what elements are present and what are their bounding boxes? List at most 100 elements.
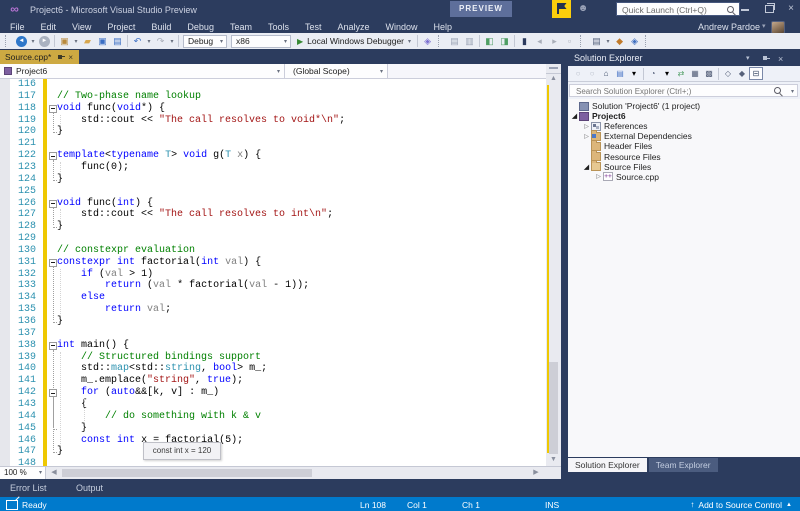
- tree-item-source-cpp[interactable]: ▷++Source.cpp: [568, 172, 800, 182]
- menu-window[interactable]: Window: [378, 22, 426, 32]
- menu-file[interactable]: File: [2, 22, 33, 32]
- toolbar-overflow-grip[interactable]: [580, 35, 586, 47]
- type-scope-dropdown[interactable]: (Global Scope) ▾: [285, 64, 388, 78]
- code-line-138[interactable]: 138int main() {: [0, 340, 546, 352]
- code-line-140[interactable]: 140 std::map<std::string, bool> m_;: [0, 363, 546, 375]
- build-icon[interactable]: ▤: [447, 34, 462, 48]
- code-line-128[interactable]: 128}: [0, 221, 546, 233]
- close-tab-icon[interactable]: ×: [68, 53, 73, 62]
- code-line-130[interactable]: 130// constexpr evaluation: [0, 245, 546, 257]
- code-line-117[interactable]: 117// Two-phase name lookup: [0, 91, 546, 103]
- expander-closed-icon[interactable]: ▷: [594, 173, 603, 180]
- save-all-icon[interactable]: ▤: [110, 34, 125, 48]
- scroll-left-icon[interactable]: ◀: [48, 467, 60, 479]
- menu-tools[interactable]: Tools: [260, 22, 297, 32]
- redo-icon[interactable]: ↷: [153, 34, 168, 48]
- expander-closed-icon[interactable]: ▷: [582, 133, 591, 140]
- docked-tab-output[interactable]: Output: [76, 483, 103, 493]
- collapse-region-icon[interactable]: [49, 342, 57, 350]
- toolbar-overflow-grip[interactable]: [645, 35, 651, 47]
- code-line-129[interactable]: 129: [0, 233, 546, 245]
- search-box[interactable]: ▾: [569, 84, 798, 97]
- se-home-icon[interactable]: ⌂: [599, 67, 613, 80]
- code-line-146[interactable]: 146 const int x = factorial(5);: [0, 435, 546, 447]
- solution-search-input[interactable]: [574, 85, 768, 98]
- new-project-icon[interactable]: ▣: [57, 34, 72, 48]
- close-button[interactable]: ×: [780, 0, 800, 17]
- pin-tab-icon[interactable]: [57, 53, 65, 62]
- menu-view[interactable]: View: [64, 22, 99, 32]
- code-line-121[interactable]: 121: [0, 138, 546, 150]
- code-line-132[interactable]: 132 if (val > 1): [0, 269, 546, 281]
- undo-dropdown[interactable]: ▾: [145, 34, 153, 48]
- window-position-dropdown-icon[interactable]: ▾: [746, 54, 750, 62]
- signed-in-user[interactable]: Andrew Pardoe: [698, 22, 760, 32]
- se-view-code-icon[interactable]: ◇: [721, 67, 735, 80]
- close-panel-icon[interactable]: ×: [778, 54, 783, 64]
- solution-explorer-header[interactable]: Solution Explorer ▾ ×: [568, 50, 800, 66]
- code-line-147[interactable]: 147}: [0, 446, 546, 458]
- add-to-source-control-button[interactable]: ↑ Add to Source Control ▲: [690, 500, 792, 510]
- se-switch-views-icon[interactable]: ▤: [613, 67, 627, 80]
- code-line-126[interactable]: 126void func(int) {: [0, 198, 546, 210]
- code-line-119[interactable]: 119 std::cout << "The call resolves to v…: [0, 115, 546, 127]
- status-line-number[interactable]: Ln 108: [360, 500, 386, 510]
- tree-item-header-files[interactable]: Header Files: [568, 141, 800, 151]
- code-line-120[interactable]: 120}: [0, 126, 546, 138]
- panel-tab-solution-explorer[interactable]: Solution Explorer: [568, 458, 647, 472]
- code-line-133[interactable]: 133 return (val * factorial(val - 1));: [0, 280, 546, 292]
- se-collapse-all-icon[interactable]: ⊟: [749, 67, 763, 80]
- code-line-134[interactable]: 134 else: [0, 292, 546, 304]
- start-debugging-button[interactable]: ▶ Local Windows Debugger ▾: [293, 34, 415, 49]
- new-item-dropdown[interactable]: ▾: [604, 34, 612, 48]
- clear-bookmarks-icon[interactable]: ▫: [562, 34, 577, 48]
- code-line-137[interactable]: 137: [0, 328, 546, 340]
- tree-item-resource-files[interactable]: Resource Files: [568, 151, 800, 161]
- collapse-region-icon[interactable]: [49, 259, 57, 267]
- toolbar-overflow-grip[interactable]: [438, 35, 444, 47]
- code-line-139[interactable]: 139 // Structured bindings support: [0, 352, 546, 364]
- scroll-down-icon[interactable]: ▼: [546, 454, 561, 466]
- quick-launch-input[interactable]: [620, 3, 724, 17]
- menu-test[interactable]: Test: [297, 22, 330, 32]
- vertical-scrollbar[interactable]: ▲ ▼: [546, 64, 561, 466]
- bookmark-icon[interactable]: ▮: [517, 34, 532, 48]
- menu-project[interactable]: Project: [99, 22, 143, 32]
- cancel-build-icon[interactable]: ▥: [462, 34, 477, 48]
- collapse-region-icon[interactable]: [49, 105, 57, 113]
- code-line-131[interactable]: 131constexpr int factorial(int val) {: [0, 257, 546, 269]
- solution-configuration-dropdown[interactable]: Debug▾: [183, 35, 227, 48]
- se-back-icon[interactable]: ○: [571, 67, 585, 80]
- menu-build[interactable]: Build: [143, 22, 179, 32]
- se-show-all-files-icon[interactable]: ▦: [688, 67, 702, 80]
- code-line-142[interactable]: 142 for (auto&&[k, v] : m_): [0, 387, 546, 399]
- nav-back-icon[interactable]: ◄: [14, 34, 29, 48]
- code-line-122[interactable]: 122template<typename T> void g(T x) {: [0, 150, 546, 162]
- next-bookmark-icon[interactable]: ▸: [547, 34, 562, 48]
- se-pending-changes-dropdown[interactable]: ▾: [660, 67, 674, 80]
- tree-item-source-files[interactable]: ◢Source Files: [568, 162, 800, 172]
- code-line-144[interactable]: 144 // do something with k & v: [0, 411, 546, 423]
- code-line-141[interactable]: 141 m_.emplace("string", true);: [0, 375, 546, 387]
- tree-item-solution-project6-1-project[interactable]: Solution 'Project6' (1 project): [568, 99, 800, 111]
- minimize-button[interactable]: [734, 0, 756, 17]
- sync-namespace-icon[interactable]: ◈: [627, 34, 642, 48]
- scroll-up-icon[interactable]: ▲: [546, 73, 561, 85]
- code-line-127[interactable]: 127 std::cout << "The call resolves to i…: [0, 209, 546, 221]
- status-character-number[interactable]: Ch 1: [462, 500, 480, 510]
- code-line-143[interactable]: 143 {: [0, 399, 546, 411]
- attach-to-process-icon[interactable]: ◈: [420, 34, 435, 48]
- solution-platform-dropdown[interactable]: x86▾: [231, 35, 291, 48]
- collapse-region-icon[interactable]: [49, 152, 57, 160]
- save-icon[interactable]: ▣: [95, 34, 110, 48]
- se-pending-changes-icon[interactable]: ◔: [646, 67, 660, 80]
- feedback-flag-button[interactable]: [552, 0, 571, 18]
- code-line-135[interactable]: 135 return val;: [0, 304, 546, 316]
- document-tab-source-cpp[interactable]: Source.cpp* ×: [0, 50, 79, 64]
- expander-open-icon[interactable]: ◢: [582, 163, 591, 171]
- se-wrench-icon[interactable]: ◆: [735, 67, 749, 80]
- user-dropdown-icon[interactable]: ▾: [762, 22, 766, 30]
- nav-back-dropdown[interactable]: ▾: [29, 34, 37, 48]
- panel-tab-team-explorer[interactable]: Team Explorer: [649, 458, 718, 472]
- se-sync-with-active-icon[interactable]: ⇄: [674, 67, 688, 80]
